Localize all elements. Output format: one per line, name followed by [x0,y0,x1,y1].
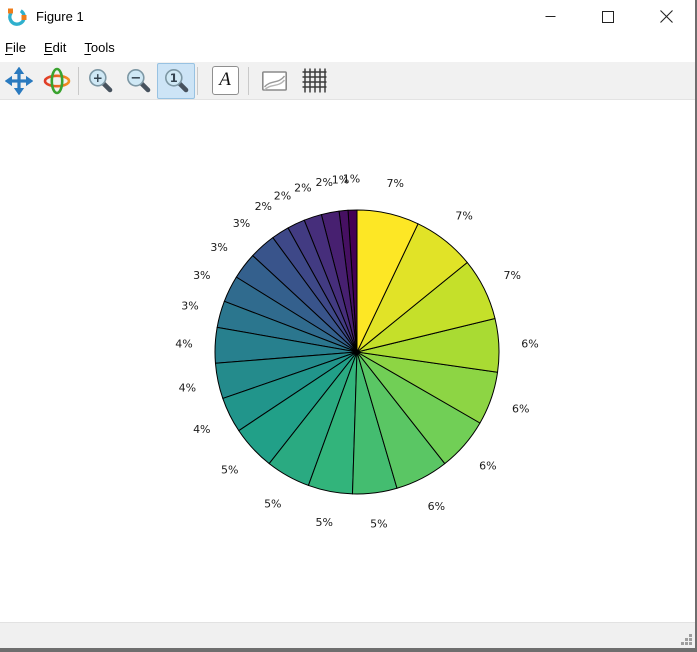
pie-slice-label: 2% [274,189,291,202]
svg-text:1: 1 [169,71,177,85]
minimize-button[interactable] [521,0,579,33]
figure-canvas: 1%1%2%2%2%2%3%3%3%3%4%4%4%5%5%5%5%6%6%6%… [0,100,695,622]
maximize-icon [602,11,614,23]
pie-slice-label: 2% [315,176,332,189]
svg-text:−: − [130,71,141,86]
minimize-icon [545,11,556,22]
pie-slice-label: 5% [315,516,332,529]
toolbar-separator [248,67,249,95]
close-icon [660,10,673,23]
pie-slice-label: 4% [193,423,210,436]
zoom-reset-button[interactable]: 1 [157,63,195,99]
pie-slice-label: 6% [512,403,529,416]
pie-slice-label: 6% [479,459,496,472]
pie-slice-label: 3% [210,241,227,254]
maximize-button[interactable] [579,0,637,33]
pan-button[interactable] [0,63,38,99]
pie-chart: 1%1%2%2%2%2%3%3%3%3%4%4%4%5%5%5%5%6%6%6%… [0,100,695,622]
pie-slice-label: 2% [255,200,272,213]
insert-text-button[interactable]: A [206,63,244,99]
close-button[interactable] [637,0,695,33]
zoom-out-icon: − [125,67,152,94]
pie-slice-label: 7% [503,269,520,282]
pie-slice-label: 3% [193,269,210,282]
rotate-button[interactable] [38,63,76,99]
pie-slice-label: 6% [521,338,538,351]
toolbar-separator [78,67,79,95]
pie-slice-label: 4% [175,338,192,351]
toolbar: + − 1 A [0,62,695,100]
menu-file[interactable]: File [1,35,35,60]
pie-slice-label: 3% [181,300,198,313]
statusbar [0,622,695,648]
rotate-icon [43,67,71,95]
octave-logo-icon [6,6,28,28]
menu-edit[interactable]: Edit [35,35,75,60]
pie-slice-label: 1% [332,173,349,186]
pie-slice-label: 2% [294,181,311,194]
toggle-grid-button[interactable] [295,63,333,99]
pie-slice-label: 5% [264,497,281,510]
zoom-in-button[interactable]: + [81,63,119,99]
window-controls [521,0,695,33]
grid-icon [301,67,328,94]
pie-slice-label: 4% [179,381,196,394]
window-title: Figure 1 [36,9,84,24]
pie-slice-label: 5% [370,518,387,531]
svg-text:+: + [92,71,102,85]
pie-slice-label: 7% [386,177,403,190]
menubar: File Edit Tools [0,33,695,62]
zoom-reset-icon: 1 [163,67,190,94]
menu-tools[interactable]: Tools [75,35,123,60]
pie-slice-label: 6% [428,500,445,513]
toolbar-separator [197,67,198,95]
pie-slice-label: 3% [233,217,250,230]
titlebar[interactable]: Figure 1 [0,0,695,33]
zoom-in-icon: + [87,67,114,94]
pan-icon [5,67,33,95]
text-tool-icon: A [212,66,239,95]
axes-icon [261,69,288,93]
toggle-axes-button[interactable] [255,63,293,99]
resize-grip[interactable] [679,632,693,646]
figure-window: Figure 1 File Edit Tools [0,0,697,652]
pie-slice-label: 5% [221,463,238,476]
pie-slice-label: 7% [455,210,472,223]
zoom-out-button[interactable]: − [119,63,157,99]
